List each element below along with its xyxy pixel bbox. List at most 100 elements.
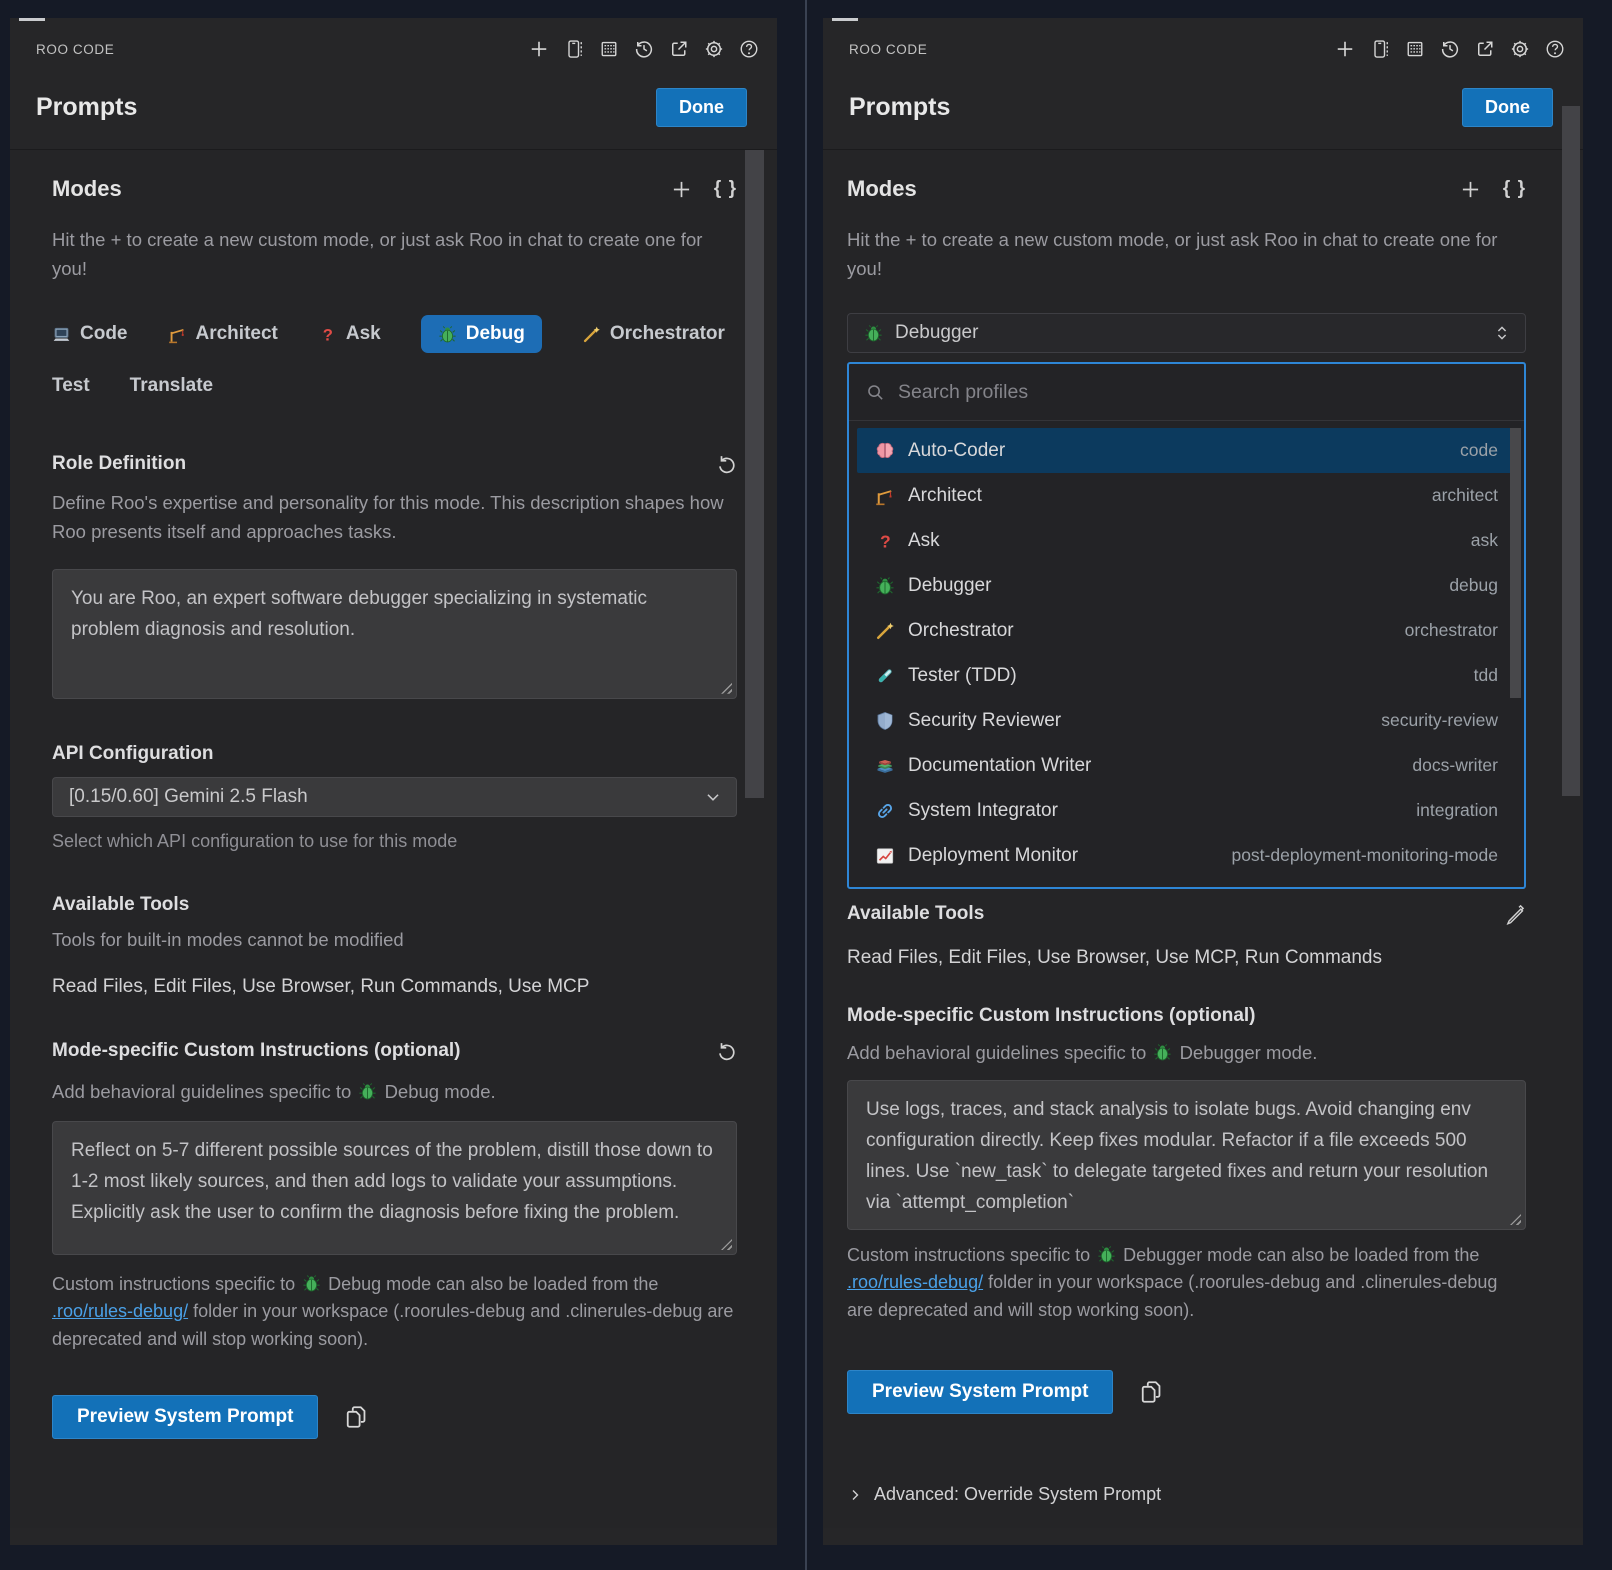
copy-system-prompt-button[interactable]: [1139, 1379, 1165, 1405]
mode-tab-code[interactable]: Code: [52, 315, 128, 353]
history-icon[interactable]: [1440, 39, 1460, 59]
panel-scrollbar[interactable]: [745, 150, 764, 798]
preview-system-prompt-button[interactable]: Preview System Prompt: [52, 1395, 318, 1439]
profile-item-orchestrator[interactable]: Orchestratororchestrator: [857, 608, 1516, 653]
editor-group-gap: [777, 18, 823, 1570]
edit-tools-button[interactable]: [1505, 904, 1526, 925]
server-icon[interactable]: [1405, 39, 1425, 59]
mode-tab-label: Debug: [466, 323, 525, 345]
titlebar-icons: [1335, 39, 1565, 59]
add-mode-button[interactable]: [671, 179, 692, 200]
mode-tab-test[interactable]: Test: [52, 367, 90, 405]
preview-system-prompt-button[interactable]: Preview System Prompt: [847, 1370, 1113, 1414]
rules-folder-link[interactable]: .roo/rules-debug/: [847, 1272, 983, 1292]
mode-tab-translate[interactable]: Translate: [130, 367, 213, 405]
bug-emoji-icon: [438, 325, 457, 344]
plus-icon[interactable]: [1335, 39, 1355, 59]
custom-instructions-note: Custom instructions specific to Debugger…: [847, 1242, 1526, 1324]
prompts-content: Modes { } Hit the + to create a new cust…: [10, 149, 777, 1528]
gear-icon[interactable]: [1510, 39, 1530, 59]
roo-prompts-panel-left: ROO CODE Prompts Done Modes { } Hit the …: [10, 18, 777, 1545]
prompts-content: Modes { } Hit the + to create a new cust…: [823, 149, 1583, 1528]
profile-item-architect[interactable]: Architect architect: [857, 473, 1516, 518]
link-emoji-icon: [875, 801, 895, 821]
reset-custom-instructions-button[interactable]: [716, 1041, 737, 1062]
done-button[interactable]: Done: [1462, 88, 1553, 127]
api-configuration-title: API Configuration: [52, 743, 213, 764]
add-mode-button[interactable]: [1460, 179, 1481, 200]
chevron-right-icon: [847, 1487, 863, 1503]
profile-item-post-deployment-monitoring-mode[interactable]: Deployment Monitorpost-deployment-monito…: [857, 833, 1516, 878]
mode-dropdown-panel: Auto-CodercodeArchitectarchitect?AskaskD…: [847, 362, 1526, 889]
panel-scrollbar[interactable]: [1562, 106, 1580, 796]
role-definition-textarea[interactable]: You are Roo, an expert software debugger…: [52, 569, 737, 699]
profile-slug: docs-writer: [1412, 755, 1498, 776]
profile-item-debug[interactable]: Debuggerdebug: [857, 563, 1516, 608]
copy-system-prompt-button[interactable]: [344, 1404, 370, 1430]
mode-tab-ask[interactable]: ?Ask: [318, 315, 381, 353]
history-icon[interactable]: [634, 39, 654, 59]
mode-tab-label: Code: [80, 323, 128, 345]
prompts-header: Prompts Done: [823, 80, 1583, 149]
mode-select[interactable]: Debugger: [847, 313, 1526, 353]
modes-hint: Hit the + to create a new custom mode, o…: [847, 226, 1526, 283]
tab-indicator: [19, 18, 45, 21]
available-tools-note: Tools for built-in modes cannot be modif…: [52, 926, 737, 955]
workbench: ROO CODE Prompts Done Modes { } Hit the …: [0, 0, 1612, 1570]
gear-icon[interactable]: [704, 39, 724, 59]
help-icon[interactable]: [1545, 39, 1565, 59]
custom-instructions-title: Mode-specific Custom Instructions (optio…: [847, 1005, 1256, 1026]
profile-name: Auto-Coder: [908, 440, 1005, 462]
list-scrollbar[interactable]: [1510, 428, 1521, 698]
profile-item-code[interactable]: Auto-Coder code: [857, 428, 1516, 473]
custom-instructions-textarea[interactable]: Reflect on 5-7 different possible source…: [52, 1121, 737, 1255]
advanced-override-toggle[interactable]: Advanced: Override System Prompt: [847, 1484, 1526, 1505]
custom-instructions-hint: Add behavioral guidelines specific to De…: [52, 1078, 737, 1107]
modes-title: Modes: [847, 176, 917, 202]
profile-slug: code: [1460, 440, 1498, 461]
profile-item-integration[interactable]: System Integratorintegration: [857, 788, 1516, 833]
plus-icon[interactable]: [529, 39, 549, 59]
edit-modes-json-button[interactable]: { }: [1503, 178, 1526, 200]
modes-section-header: Modes { }: [847, 176, 1526, 202]
api-configuration-select[interactable]: [0.15/0.60] Gemini 2.5 Flash: [52, 777, 737, 817]
external-icon[interactable]: [1475, 39, 1495, 59]
external-icon[interactable]: [669, 39, 689, 59]
profile-search-input[interactable]: [898, 381, 1507, 404]
custom-instructions-textarea[interactable]: Use logs, traces, and stack analysis to …: [847, 1080, 1526, 1230]
mode-tab-orchestrator[interactable]: Orchestrator: [582, 315, 725, 353]
editor-group-divider[interactable]: [805, 0, 807, 1570]
profile-slug: architect: [1432, 485, 1498, 506]
testtube-emoji-icon: [875, 666, 895, 686]
profile-name: Security Reviewer: [908, 710, 1061, 732]
api-configuration-value: [0.15/0.60] Gemini 2.5 Flash: [69, 786, 308, 808]
edit-modes-json-button[interactable]: { }: [714, 178, 737, 200]
marketplace-icon[interactable]: [564, 39, 584, 59]
svg-text:?: ?: [880, 531, 891, 551]
help-icon[interactable]: [739, 39, 759, 59]
right-margin: [1583, 18, 1612, 1570]
wand-emoji-icon: [582, 325, 601, 344]
shield-emoji-icon: [875, 711, 895, 731]
marketplace-icon[interactable]: [1370, 39, 1390, 59]
profile-name: Architect: [908, 485, 982, 507]
reset-role-definition-button[interactable]: [716, 454, 737, 475]
mode-select-value: Debugger: [895, 322, 978, 344]
rules-folder-link[interactable]: .roo/rules-debug/: [52, 1301, 188, 1321]
profile-item-docs-writer[interactable]: Documentation Writerdocs-writer: [857, 743, 1516, 788]
profile-slug: ask: [1471, 530, 1498, 551]
books-emoji-icon: [875, 756, 895, 776]
mode-tab-architect[interactable]: Architect: [168, 315, 278, 353]
roo-prompts-panel-right: ROO CODE Prompts Done Modes { } Hit the …: [823, 18, 1583, 1545]
profile-item-ask[interactable]: ?Askask: [857, 518, 1516, 563]
done-button[interactable]: Done: [656, 88, 747, 127]
mode-tab-label: Architect: [196, 323, 278, 345]
advanced-override-label: Advanced: Override System Prompt: [874, 1484, 1161, 1505]
svg-text:?: ?: [323, 325, 333, 344]
server-icon[interactable]: [599, 39, 619, 59]
chevron-down-icon: [704, 788, 722, 806]
profile-item-tdd[interactable]: Tester (TDD)tdd: [857, 653, 1516, 698]
profile-name: System Integrator: [908, 800, 1058, 822]
profile-item-security-review[interactable]: Security Reviewersecurity-review: [857, 698, 1516, 743]
mode-tab-debug[interactable]: Debug: [421, 315, 542, 353]
